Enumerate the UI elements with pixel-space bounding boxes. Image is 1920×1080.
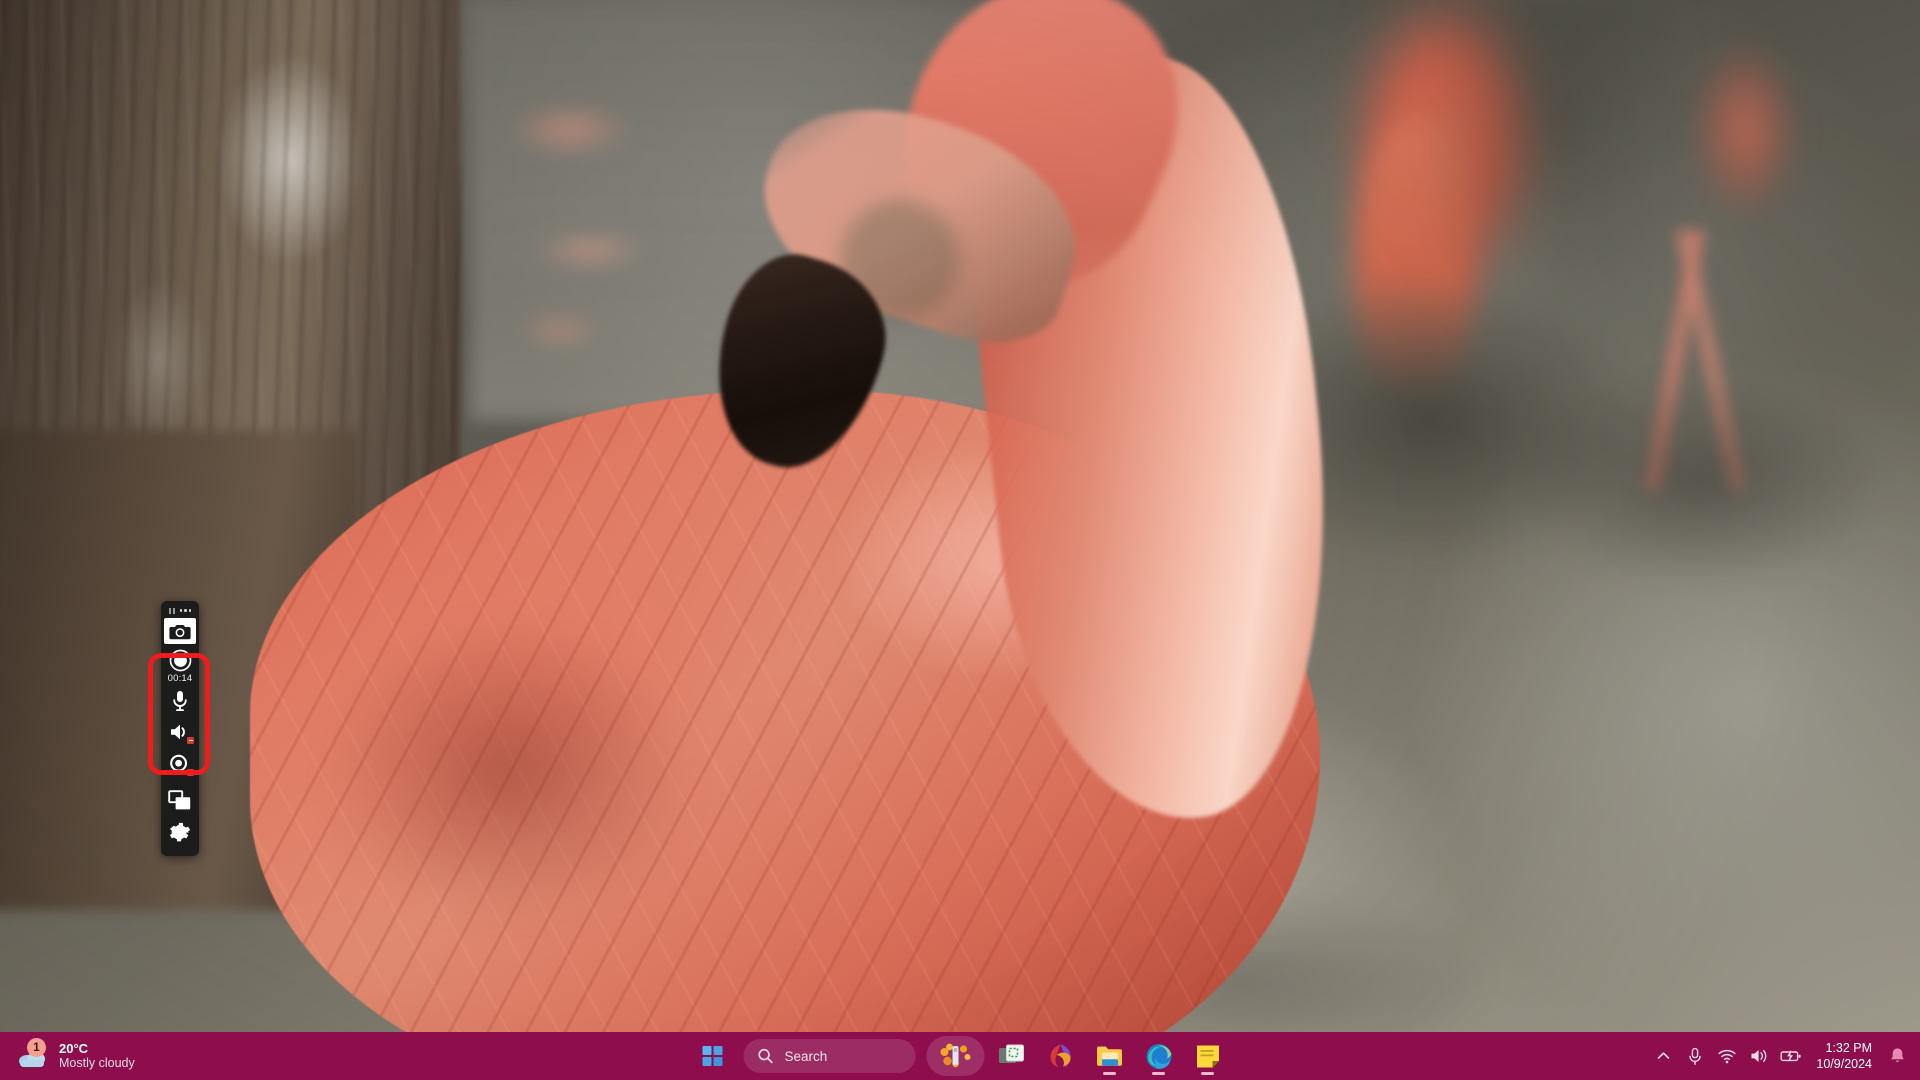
taskbar[interactable]: 1 20°C Mostly cloudy Search 1:32 PM 10/9… [0,1032,1920,1080]
weather-temperature: 20°C [59,1041,89,1056]
taskbar-app-copilot[interactable] [926,1036,985,1076]
camera-icon [164,618,196,644]
search-placeholder: Search [784,1048,828,1064]
folder-icon [1097,1046,1122,1066]
taskbar-app-microsoft-365[interactable] [1039,1036,1083,1076]
stop-recording-button[interactable] [163,647,197,674]
screen-capture-toolbar[interactable]: 00:14 [161,601,199,856]
sticky-note-icon [1196,1045,1219,1067]
speaker-icon [1751,1049,1767,1063]
snapshot-button[interactable] [163,617,197,647]
clock[interactable]: 1:32 PM 10/9/2024 [1808,1040,1882,1072]
copilot-confetti-icon [940,1043,971,1068]
record-stop-icon [169,649,191,672]
windows-stack-icon [168,789,191,809]
battery-charging-icon [1780,1049,1801,1062]
taskbar-app-file-explorer[interactable] [1088,1036,1132,1076]
clock-date: 10/9/2024 [1816,1057,1872,1071]
microphone-icon [1689,1047,1702,1065]
toolbar-header[interactable] [163,604,197,617]
select-window-button[interactable] [163,784,197,816]
more-options-icon[interactable] [179,609,192,612]
tray-battery-button[interactable] [1776,1036,1806,1076]
search-icon [758,1048,773,1064]
settings-button[interactable] [163,817,197,849]
running-indicator [1152,1072,1165,1075]
microphone-toggle-button[interactable] [163,684,197,716]
running-indicator [1103,1072,1116,1075]
search-input[interactable]: Search [743,1039,916,1073]
camera-toggle-button[interactable] [163,748,197,780]
gear-icon [169,822,191,842]
taskbar-app-snipping-tool[interactable] [990,1036,1034,1076]
edge-icon [1146,1043,1171,1069]
system-tray: 1:32 PM 10/9/2024 [1648,1036,1920,1076]
start-button[interactable] [691,1036,735,1076]
microsoft-365-icon [1050,1044,1071,1068]
wallpaper-vignette [0,0,1920,1080]
tray-network-button[interactable] [1712,1036,1742,1076]
weather-icon-wrap: 1 [16,1038,50,1071]
recording-timer: 00:14 [167,673,193,684]
tray-volume-button[interactable] [1744,1036,1774,1076]
taskbar-center-cluster: Search [691,1036,1230,1076]
show-hidden-icons-button[interactable] [1648,1036,1678,1076]
weather-notification-badge: 1 [27,1038,46,1057]
windows-logo-icon [702,1045,723,1067]
running-indicator [1201,1072,1214,1075]
snipping-tool-icon [999,1044,1024,1063]
audio-off-badge [187,737,194,744]
weather-text: 20°C Mostly cloudy [59,1041,135,1071]
bell-icon [1890,1048,1904,1062]
camera-glyph [169,624,191,639]
camera-off-badge [187,769,194,776]
tray-microphone-icon-button[interactable] [1680,1036,1710,1076]
weather-widget[interactable]: 1 20°C Mostly cloudy [0,1034,147,1078]
microphone-icon [173,690,187,711]
weather-condition: Mostly cloudy [59,1056,135,1070]
system-audio-toggle-button[interactable] [163,716,197,748]
taskbar-app-sticky-notes[interactable] [1186,1036,1230,1076]
notifications-button[interactable] [1884,1036,1910,1076]
taskbar-app-microsoft-edge[interactable] [1137,1036,1181,1076]
wifi-icon [1718,1049,1736,1063]
desktop[interactable]: 00:14 1 20°C Mostly cloudy Search 1:32 P… [0,0,1920,1080]
drag-handle-icon[interactable] [168,607,175,614]
clock-time: 1:32 PM [1825,1041,1872,1055]
chevron-up-icon [1657,1052,1670,1059]
